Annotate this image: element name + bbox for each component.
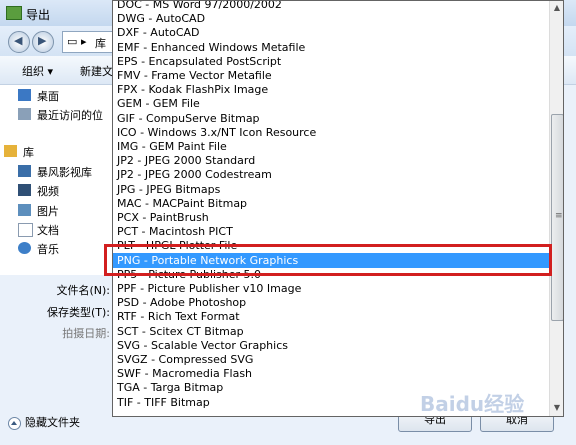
dropdown-option[interactable]: MAC - MACPaint Bitmap [113, 196, 553, 211]
new-folder-button[interactable]: 新建文 [80, 63, 113, 79]
nav-item-label: 最近访问的位 [37, 109, 103, 122]
window-title: 导出 [26, 8, 51, 22]
video-icon [18, 184, 31, 196]
navigation-pane: 桌面 最近访问的位 库 暴风影视库 视频 图片 文档 音乐 [0, 85, 112, 275]
export-dialog: 导出 ◀ ▶ ▭ ▸ 库 组织 ▾ 新建文 桌面 最近访问的位 库 暴风影视库 [0, 0, 576, 445]
dropdown-option[interactable]: GEM - GEM File [113, 96, 553, 111]
dropdown-option[interactable]: SVG - Scalable Vector Graphics [113, 338, 553, 353]
dropdown-option[interactable]: FPX - Kodak FlashPix Image [113, 82, 553, 97]
dropdown-option[interactable]: DWG - AutoCAD [113, 11, 553, 26]
save-type-label: 保存类型(T): [46, 306, 110, 319]
dropdown-scrollbar[interactable]: ▲ ≡ ▼ [549, 1, 563, 416]
date-taken-label: 拍摄日期: [62, 327, 110, 340]
dropdown-option[interactable]: PCT - Macintosh PICT [113, 224, 553, 239]
address-bar[interactable]: ▭ ▸ 库 [62, 31, 114, 53]
chevron-right-icon: ▸ [81, 35, 87, 48]
recent-places-icon [18, 108, 31, 120]
folder-icon: ▭ [67, 35, 78, 48]
music-icon [18, 242, 31, 254]
library-icon [4, 145, 17, 157]
scroll-up-arrow-icon[interactable]: ▲ [550, 1, 563, 15]
forward-button[interactable]: ▶ [32, 31, 54, 53]
nav-item-label: 音乐 [37, 243, 59, 256]
scrollbar-thumb[interactable]: ≡ [551, 114, 563, 321]
back-arrow-icon: ◀ [14, 34, 23, 47]
scroll-down-arrow-icon[interactable]: ▼ [550, 401, 563, 415]
dropdown-option[interactable]: EMF - Enhanced Windows Metafile [113, 40, 553, 55]
dropdown-option[interactable]: SWF - Macromedia Flash [113, 366, 553, 381]
save-type-dropdown-list[interactable]: TIF - TIFF Bitmap TGA - Targa Bitmap SWF -… [112, 0, 564, 417]
dropdown-option[interactable]: SCT - Scitex CT Bitmap [113, 324, 553, 339]
dropdown-option[interactable]: EPS - Encapsulated PostScript [113, 54, 553, 69]
dropdown-option[interactable]: RTF - Rich Text Format [113, 309, 553, 324]
dropdown-option[interactable]: PSD - Adobe Photoshop [113, 295, 553, 310]
nav-item-label: 图片 [37, 205, 59, 218]
app-icon [6, 6, 22, 20]
organize-button[interactable]: 组织 ▾ [22, 63, 53, 79]
desktop-icon [18, 89, 31, 101]
grip-icon: ≡ [555, 211, 563, 221]
nav-item-label: 暴风影视库 [37, 166, 92, 179]
nav-item-label: 库 [23, 146, 34, 159]
nav-item-label: 视频 [37, 185, 59, 198]
dropdown-option[interactable]: ICO - Windows 3.x/NT Icon Resource [113, 125, 553, 140]
dropdown-option[interactable]: SVGZ - Compressed SVG [113, 352, 553, 367]
dropdown-option[interactable]: FMV - Frame Vector Metafile [113, 68, 553, 83]
dropdown-option[interactable]: JP2 - JPEG 2000 Standard [113, 153, 553, 168]
hide-folders-label: 隐藏文件夹 [25, 416, 80, 429]
dropdown-option[interactable]: PPF - Picture Publisher v10 Image [113, 281, 553, 296]
highlight-box [104, 244, 552, 276]
back-button[interactable]: ◀ [8, 31, 30, 53]
video-library-icon [18, 165, 31, 177]
pictures-icon [18, 204, 31, 216]
dropdown-option[interactable]: IMG - GEM Paint File [113, 139, 553, 154]
breadcrumb-library[interactable]: 库 [95, 35, 106, 51]
hide-folders-toggle[interactable]: 隐藏文件夹 [8, 414, 80, 430]
dropdown-option[interactable]: JPG - JPEG Bitmaps [113, 182, 553, 197]
dropdown-option[interactable]: JP2 - JPEG 2000 Codestream [113, 167, 553, 182]
dropdown-option[interactable]: GIF - CompuServe Bitmap [113, 111, 553, 126]
filename-label: 文件名(N): [56, 284, 110, 297]
nav-item-label: 文档 [37, 224, 59, 237]
baidu-watermark: Baidu经验 [420, 392, 525, 416]
nav-item-label: 桌面 [37, 90, 59, 103]
dropdown-option[interactable]: PCX - PaintBrush [113, 210, 553, 225]
forward-arrow-icon: ▶ [38, 34, 47, 47]
collapse-icon [8, 416, 21, 430]
documents-icon [18, 223, 33, 237]
dropdown-option[interactable]: DOC - MS Word 97/2000/2002 [113, 1, 553, 12]
dropdown-option[interactable]: DXF - AutoCAD [113, 25, 553, 40]
